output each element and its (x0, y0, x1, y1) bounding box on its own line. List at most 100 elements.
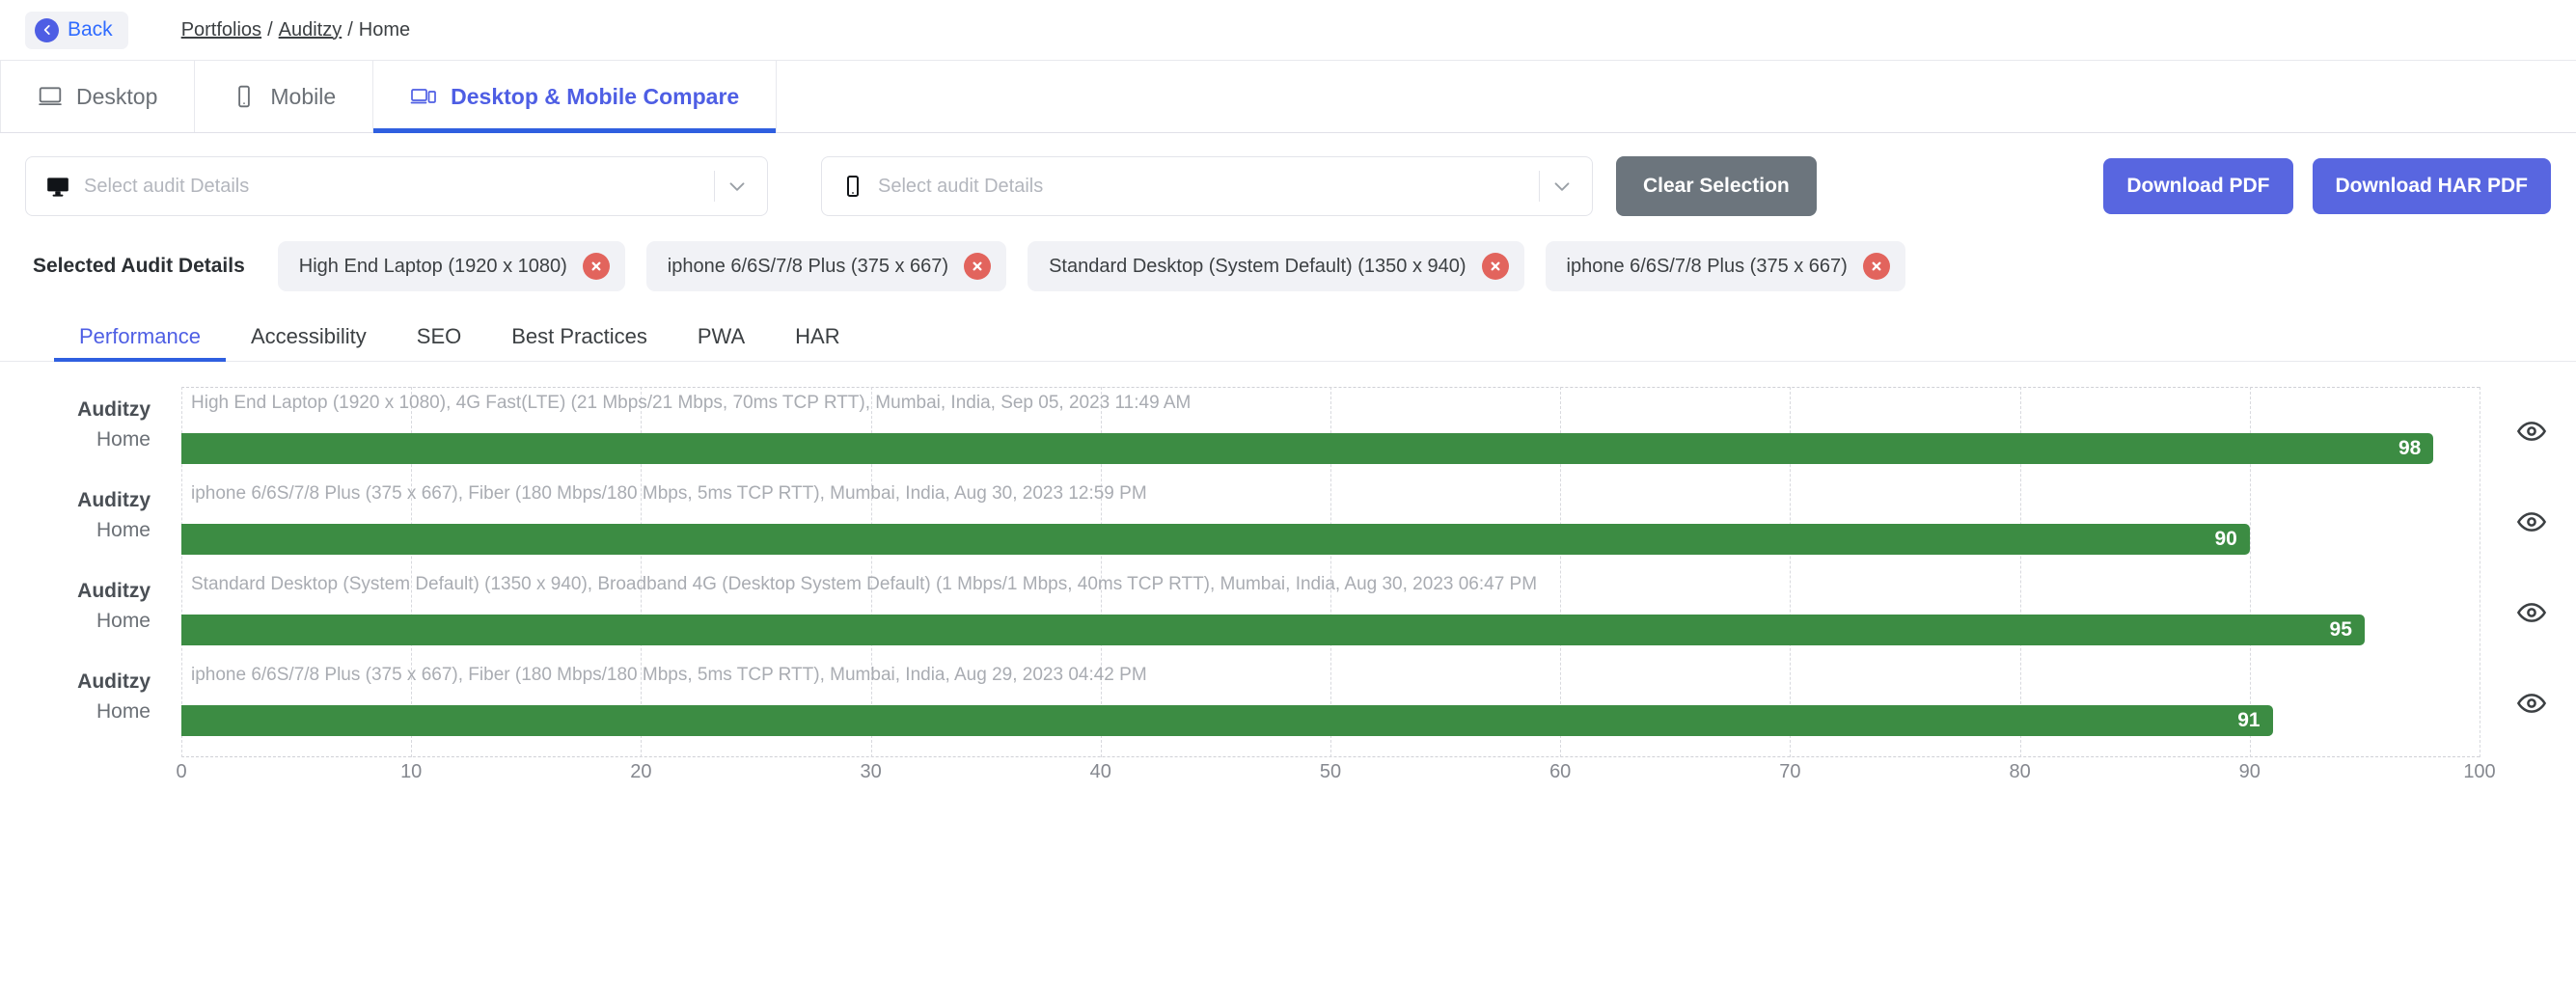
selected-audit-details-label: Selected Audit Details (33, 255, 245, 277)
audit-chip-label: iphone 6/6S/7/8 Plus (375 x 667) (667, 255, 949, 277)
eye-icon[interactable] (2516, 688, 2547, 719)
breadcrumb-separator-2: / (347, 18, 353, 41)
chart-row: iphone 6/6S/7/8 Plus (375 x 667), Fiber … (181, 478, 2480, 568)
tab-desktop-label: Desktop (76, 83, 158, 109)
audit-chip-label: Standard Desktop (System Default) (1350 … (1049, 255, 1466, 277)
close-circle-icon[interactable] (1862, 253, 1890, 280)
tab-best-practices[interactable]: Best Practices (486, 318, 672, 361)
clear-selection-button[interactable]: Clear Selection (1616, 156, 1817, 216)
audit-toolbar: Select audit Details Select audit Detail… (0, 133, 2576, 226)
desktop-audit-select[interactable]: Select audit Details (25, 156, 768, 216)
desktop-audit-select-placeholder: Select audit Details (84, 175, 250, 197)
selected-audit-details: Selected Audit Details High End Laptop (… (0, 226, 2576, 301)
chart-bar-value: 91 (2237, 709, 2261, 731)
chart-x-tick: 70 (1779, 761, 1801, 782)
breadcrumb-item-home: Home (358, 18, 411, 41)
category-tab-bar: Performance Accessibility SEO Best Pract… (0, 301, 2576, 362)
tab-desktop-mobile-compare-label: Desktop & Mobile Compare (451, 83, 740, 109)
chart-x-tick: 40 (1089, 761, 1111, 782)
chart-row-site: Auditzy (77, 580, 151, 602)
chart-row-label: Auditzy Home (0, 485, 172, 545)
chart-row-page: Home (96, 428, 151, 451)
back-button[interactable]: Back (25, 11, 128, 49)
tab-desktop-mobile-compare[interactable]: Desktop & Mobile Compare (373, 61, 778, 133)
mobile-icon (232, 84, 257, 109)
select-divider (1539, 171, 1540, 202)
mobile-icon (841, 174, 864, 199)
eye-icon[interactable] (2516, 416, 2547, 447)
chart-bar-value: 95 (2329, 618, 2352, 641)
audit-chip-label: High End Laptop (1920 x 1080) (298, 255, 567, 277)
breadcrumb-item-portfolios[interactable]: Portfolios (181, 19, 261, 41)
audit-chip-label: iphone 6/6S/7/8 Plus (375 x 667) (1566, 255, 1848, 277)
desktop-icon (45, 174, 70, 199)
chevron-down-icon[interactable] (1549, 174, 1575, 199)
back-arrow-icon (35, 17, 59, 42)
chart-row: High End Laptop (1920 x 1080), 4G Fast(L… (181, 387, 2480, 478)
audit-chip[interactable]: Standard Desktop (System Default) (1350 … (1028, 241, 1524, 291)
chart-x-tick: 100 (2463, 761, 2496, 782)
chart-x-tick: 30 (860, 761, 882, 782)
chart-row-annotation: iphone 6/6S/7/8 Plus (375 x 667), Fiber … (191, 665, 1147, 685)
breadcrumb: Portfolios / Auditzy / Home (181, 19, 410, 41)
chart-x-tick: 90 (2238, 761, 2261, 782)
chart-x-tick: 60 (1549, 761, 1572, 782)
close-circle-icon[interactable] (582, 253, 610, 280)
chart-row-site: Auditzy (77, 398, 151, 421)
chart-plot-area: High End Laptop (1920 x 1080), 4G Fast(L… (181, 387, 2480, 757)
tab-mobile-label: Mobile (270, 83, 337, 109)
chart-row-annotation: iphone 6/6S/7/8 Plus (375 x 667), Fiber … (191, 483, 1147, 504)
audit-chip[interactable]: iphone 6/6S/7/8 Plus (375 x 667) (645, 241, 1007, 291)
tab-pwa[interactable]: PWA (672, 318, 770, 361)
chart-row-label: Auditzy Home (0, 667, 172, 726)
chart-row-site: Auditzy (77, 489, 151, 511)
chart-row: iphone 6/6S/7/8 Plus (375 x 667), Fiber … (181, 659, 2480, 750)
chart-x-tick: 50 (1319, 761, 1342, 782)
close-circle-icon[interactable] (964, 253, 992, 280)
chart-x-axis: 0 10 20 30 40 50 60 70 80 90 100 (176, 761, 2495, 794)
select-divider (714, 171, 715, 202)
mobile-audit-select[interactable]: Select audit Details (821, 156, 1593, 216)
tab-desktop[interactable]: Desktop (0, 61, 196, 132)
tab-mobile[interactable]: Mobile (195, 61, 374, 132)
chart-x-tick: 0 (176, 761, 187, 782)
download-har-pdf-button[interactable]: Download HAR PDF (2312, 158, 2551, 214)
chart-bar[interactable]: 95 (181, 615, 2365, 645)
desktop-mobile-compare-icon (410, 84, 437, 109)
chart-bar-value: 90 (2214, 528, 2237, 550)
tab-har[interactable]: HAR (770, 318, 864, 361)
chart-row-annotation: High End Laptop (1920 x 1080), 4G Fast(L… (191, 393, 1192, 413)
breadcrumb-item-auditzy[interactable]: Auditzy (279, 19, 343, 41)
download-pdf-button[interactable]: Download PDF (2103, 158, 2293, 214)
chart-row-page: Home (96, 700, 151, 723)
chart-bar[interactable]: 91 (181, 705, 2273, 736)
tab-performance[interactable]: Performance (54, 318, 226, 362)
desktop-icon (38, 84, 63, 109)
chart-bar[interactable]: 90 (181, 524, 2250, 555)
audit-chip[interactable]: High End Laptop (1920 x 1080) (277, 241, 625, 291)
back-label: Back (68, 18, 113, 41)
tab-accessibility[interactable]: Accessibility (226, 318, 392, 361)
chart-row-page: Home (96, 519, 151, 541)
eye-icon[interactable] (2516, 506, 2547, 537)
chart-x-tick: 80 (2009, 761, 2031, 782)
mobile-audit-select-placeholder: Select audit Details (878, 175, 1044, 197)
chart-row-site: Auditzy (77, 670, 151, 693)
chart-row-label: Auditzy Home (0, 395, 172, 454)
chart-row: Standard Desktop (System Default) (1350 … (181, 568, 2480, 659)
chart-x-tick: 20 (630, 761, 652, 782)
performance-comparison-chart: High End Laptop (1920 x 1080), 4G Fast(L… (0, 387, 2576, 811)
eye-icon[interactable] (2516, 597, 2547, 628)
top-bar: Back Portfolios / Auditzy / Home (0, 0, 2576, 60)
breadcrumb-separator-1: / (267, 18, 273, 41)
close-circle-icon[interactable] (1481, 253, 1509, 280)
main-tab-bar: Desktop Mobile Desktop & Mobile Compare (0, 60, 2576, 133)
chart-row-label: Auditzy Home (0, 576, 172, 636)
chevron-down-icon[interactable] (725, 174, 750, 199)
audit-chip[interactable]: iphone 6/6S/7/8 Plus (375 x 667) (1545, 241, 1905, 291)
chart-bar-value: 98 (2398, 437, 2422, 459)
chart-x-tick: 10 (400, 761, 423, 782)
chart-bar[interactable]: 98 (181, 433, 2434, 464)
tab-seo[interactable]: SEO (392, 318, 486, 361)
chart-row-page: Home (96, 610, 151, 632)
